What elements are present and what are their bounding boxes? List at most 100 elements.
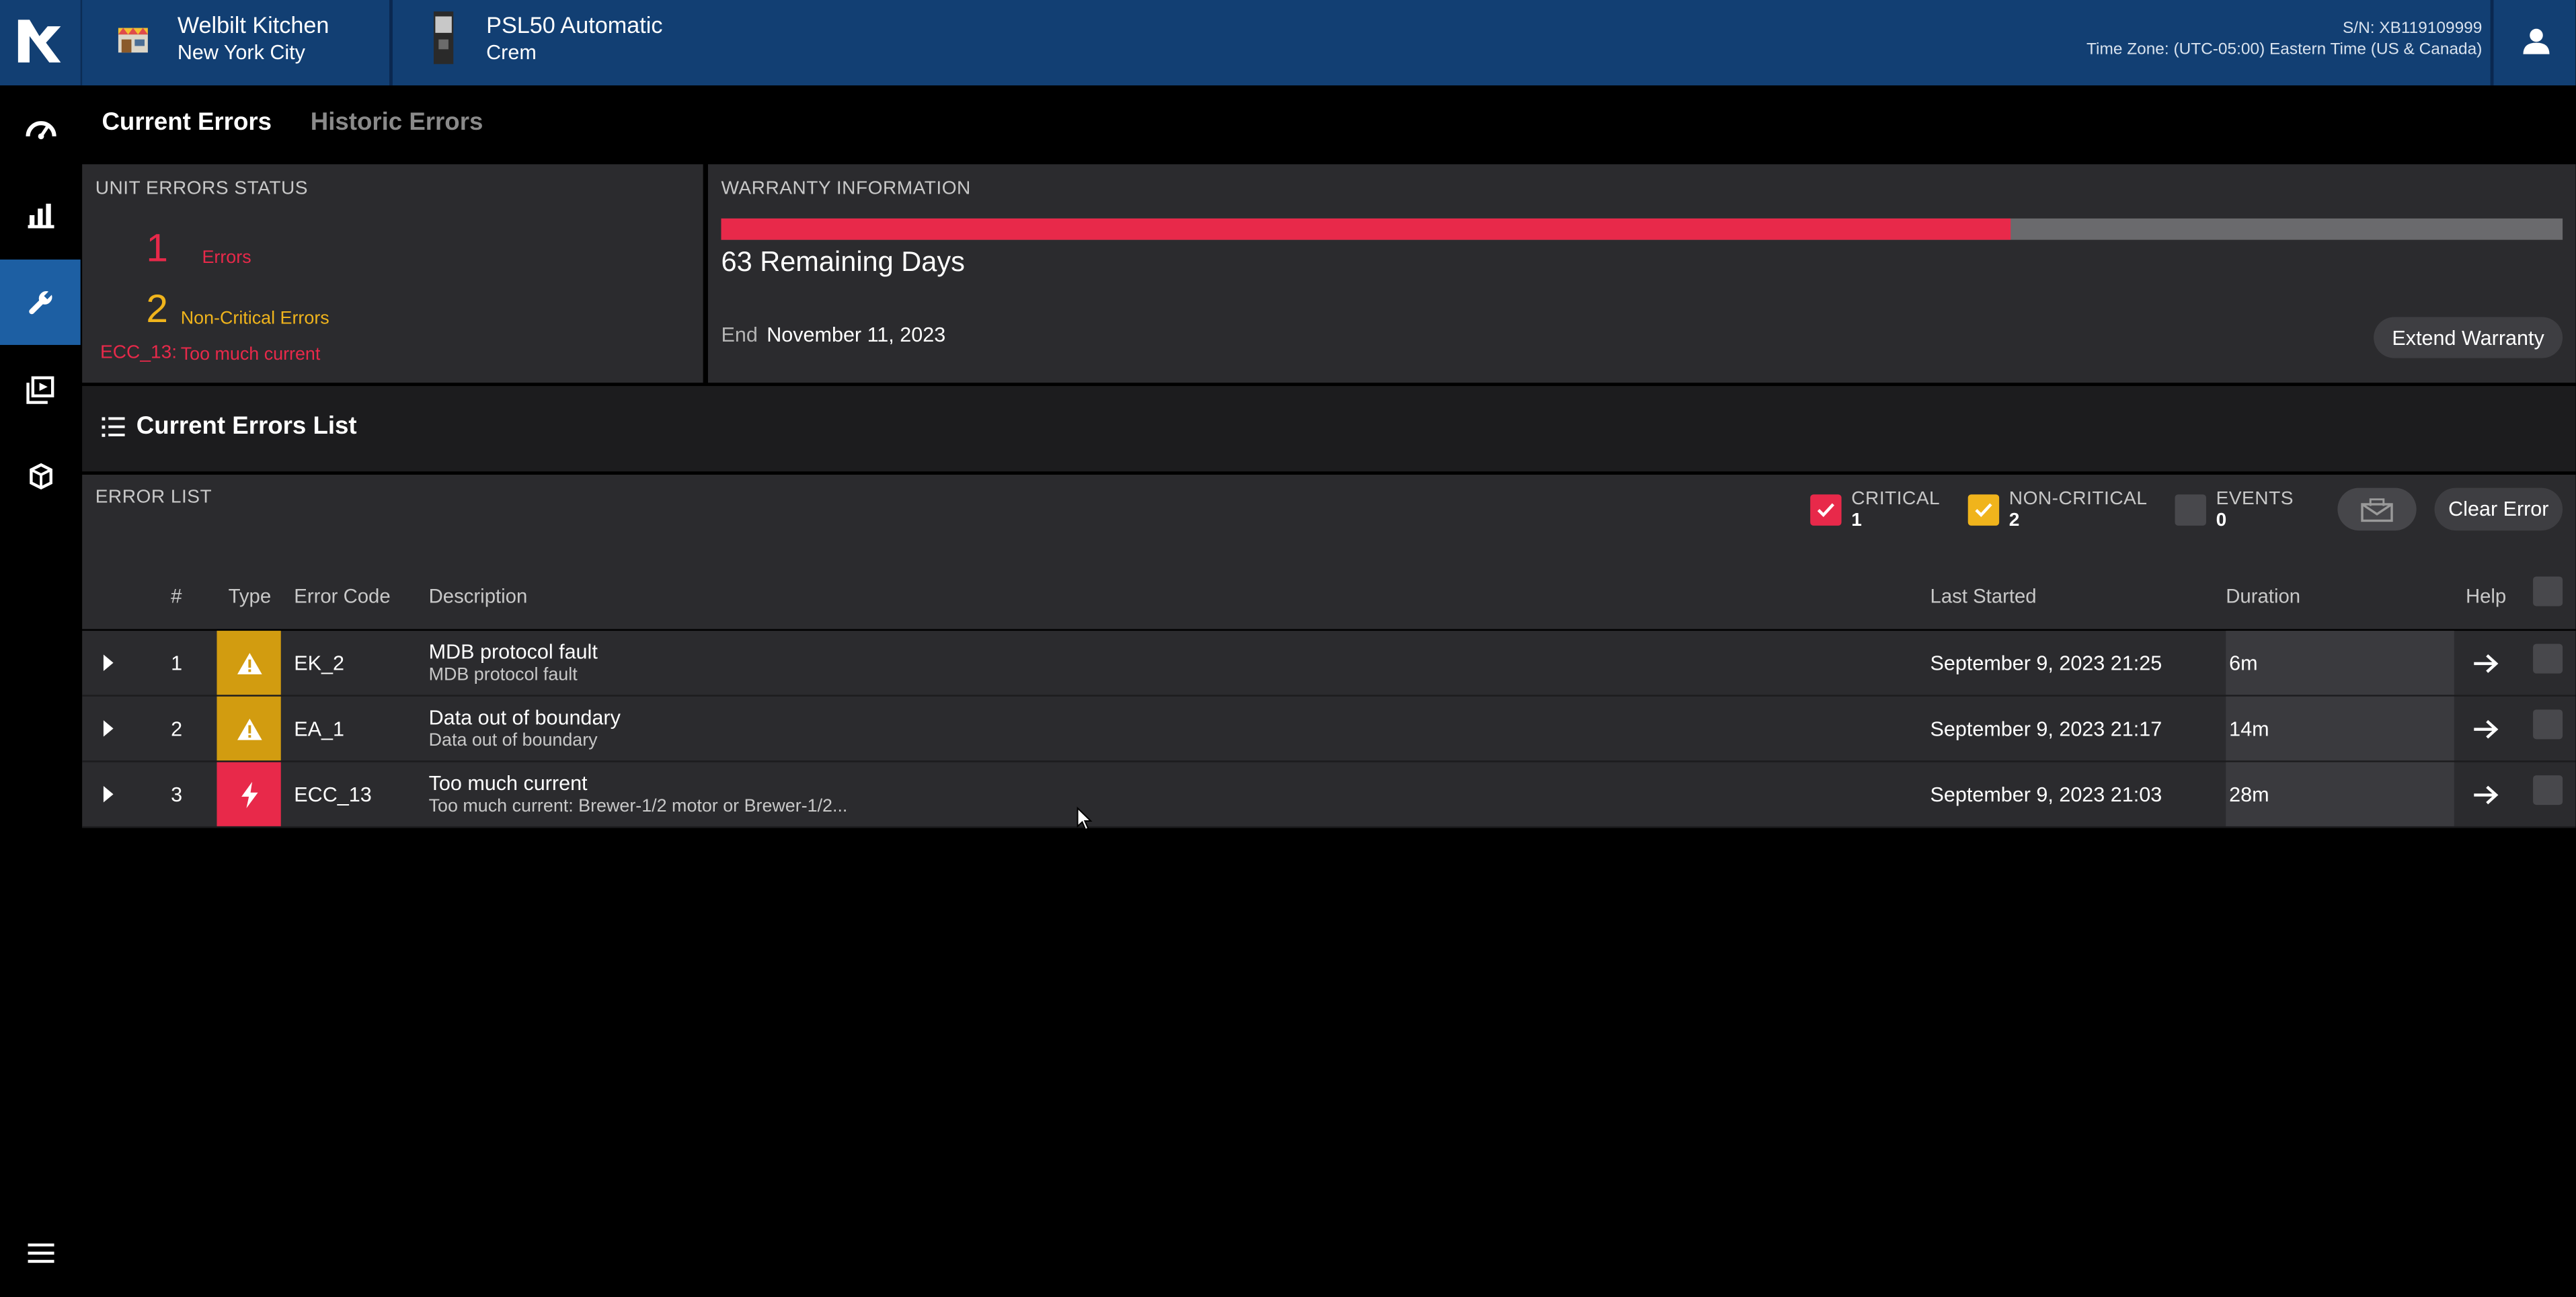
mail-icon: [2361, 497, 2393, 521]
caret-right-icon: [103, 785, 114, 803]
row-description-detail: Too much current: Brewer-1/2 motor or Br…: [428, 795, 848, 816]
warranty-panel: WARRANTY INFORMATION 63 Remaining Days E…: [707, 164, 2576, 383]
row-duration: 28m: [2226, 762, 2454, 826]
unit-brand: Crem: [486, 41, 537, 65]
warranty-end: End November 11, 2023: [721, 323, 945, 346]
unit-info: S/N: XB119109999 Time Zone: (UTC-05:00) …: [2086, 19, 2482, 59]
store-icon: [118, 28, 148, 53]
select-all-checkbox[interactable]: [2533, 576, 2563, 606]
row-help-button[interactable]: [2474, 697, 2499, 760]
arrow-right-icon: [2474, 653, 2499, 672]
error-list-label: ERROR LIST: [95, 487, 212, 508]
filter-critical-count: 1: [1851, 510, 1862, 531]
warranty-end-label: End: [721, 323, 758, 347]
filter-events-checkbox[interactable]: [2175, 494, 2206, 526]
row-type-warning: [217, 631, 281, 695]
row-last-started: September 9, 2023 21:25: [1930, 651, 2162, 674]
user-menu-button[interactable]: [2490, 0, 2576, 86]
filter-noncritical-checkbox[interactable]: [1967, 494, 2000, 526]
location-selector[interactable]: Welbilt Kitchen New York City: [82, 0, 393, 86]
row-description-detail: MDB protocol fault: [428, 664, 578, 684]
col-header-code: Error Code: [294, 584, 391, 608]
clear-error-button[interactable]: Clear Error: [2434, 487, 2563, 531]
sidebar-item-reports[interactable]: [0, 173, 81, 258]
warranty-progress-fill: [721, 218, 2011, 240]
filter-critical-label: CRITICAL: [1851, 489, 1941, 510]
row-help-button[interactable]: [2474, 631, 2499, 695]
col-header-number: #: [171, 584, 182, 608]
critical-label: Errors: [202, 247, 251, 268]
status-panel-title: UNIT ERRORS STATUS: [95, 179, 309, 199]
table-row[interactable]: 3 ECC_13 Too much current Too much curre…: [82, 762, 2576, 828]
row-number: 1: [171, 651, 183, 674]
unit-model: PSL50 Automatic: [486, 11, 663, 38]
row-expand-toggle[interactable]: [102, 697, 115, 760]
row-type-critical: [217, 762, 281, 826]
top-header: Welbilt Kitchen New York City PSL50 Auto…: [0, 0, 2576, 86]
col-header-last-started: Last Started: [1930, 584, 2037, 608]
welbilt-logo[interactable]: [0, 0, 83, 86]
row-description-title: Data out of boundary: [428, 705, 621, 729]
errors-list-title: Current Errors List: [136, 412, 357, 440]
row-number: 2: [171, 717, 183, 740]
timezone: Time Zone: (UTC-05:00) Eastern Time (US …: [2086, 41, 2483, 59]
sidebar-item-media[interactable]: [0, 346, 81, 432]
warning-triangle-icon: [236, 717, 262, 740]
mouse-cursor-icon: [1077, 806, 1093, 831]
row-description: Too much current Too much current: Brewe…: [429, 762, 848, 826]
critical-count: 1: [146, 227, 169, 272]
warranty-panel-title: WARRANTY INFORMATION: [721, 179, 971, 199]
row-expand-toggle[interactable]: [102, 631, 115, 695]
arrow-right-icon: [2474, 719, 2499, 738]
noncritical-count: 2: [146, 287, 169, 332]
location-name: Welbilt Kitchen: [177, 11, 329, 38]
row-number: 3: [171, 783, 183, 806]
sidebar-item-errors[interactable]: [0, 259, 81, 346]
row-select-checkbox[interactable]: [2533, 709, 2563, 740]
row-help-button[interactable]: [2474, 762, 2499, 826]
row-last-started: September 9, 2023 21:03: [1930, 783, 2162, 806]
user-icon: [2523, 28, 2550, 54]
filter-events-label: EVENTS: [2216, 489, 2294, 510]
row-select-checkbox[interactable]: [2533, 643, 2563, 674]
media-library-icon: [26, 375, 54, 403]
error-list-panel: ERROR LIST CRITICAL 1 NON-CRITICAL 2 EVE…: [82, 475, 2576, 629]
errors-list-header: Current Errors List: [82, 386, 2576, 472]
caret-right-icon: [103, 720, 114, 737]
checkmark-icon: [1817, 503, 1835, 518]
col-header-type: Type: [228, 584, 272, 608]
tab-current-errors[interactable]: Current Errors: [102, 108, 272, 136]
sidebar-item-packages[interactable]: [0, 434, 81, 519]
row-expand-toggle[interactable]: [102, 762, 115, 826]
filter-events-count: 0: [2216, 510, 2227, 531]
noncritical-label: Non-Critical Errors: [180, 309, 329, 329]
sidebar-item-dashboard[interactable]: [0, 85, 81, 171]
row-description-title: Too much current: [428, 771, 588, 795]
sidebar-menu-toggle[interactable]: [0, 1210, 81, 1296]
table-row[interactable]: 2 EA_1 Data out of boundary Data out of …: [82, 696, 2576, 762]
location-city: New York City: [177, 41, 305, 65]
warranty-end-date: November 11, 2023: [767, 323, 946, 347]
filter-critical-checkbox[interactable]: [1810, 494, 1842, 526]
arrow-right-icon: [2474, 785, 2499, 804]
col-header-help: Help: [2465, 584, 2507, 608]
row-description: Data out of boundary Data out of boundar…: [429, 697, 621, 760]
row-error-code: EK_2: [294, 651, 345, 674]
tab-historic-errors[interactable]: Historic Errors: [311, 108, 483, 136]
checkmark-icon: [1975, 503, 1992, 518]
email-errors-button[interactable]: [2337, 487, 2417, 531]
row-error-code: EA_1: [294, 717, 345, 740]
row-select-checkbox[interactable]: [2533, 775, 2563, 805]
list-icon: [102, 417, 125, 437]
row-duration: 6m: [2226, 631, 2454, 695]
col-header-description: Description: [428, 584, 528, 608]
row-description-title: MDB protocol fault: [428, 639, 598, 663]
row-description-detail: Data out of boundary: [428, 730, 598, 750]
extend-warranty-button[interactable]: Extend Warranty: [2374, 317, 2563, 358]
table-row[interactable]: 1 EK_2 MDB protocol fault MDB protocol f…: [82, 631, 2576, 697]
serial-number: S/N: XB119109999: [2342, 19, 2483, 38]
lightning-bolt-icon: [240, 781, 258, 808]
row-description: MDB protocol fault MDB protocol fault: [429, 631, 598, 695]
row-last-started: September 9, 2023 21:17: [1930, 717, 2162, 740]
row-duration: 14m: [2226, 696, 2454, 761]
